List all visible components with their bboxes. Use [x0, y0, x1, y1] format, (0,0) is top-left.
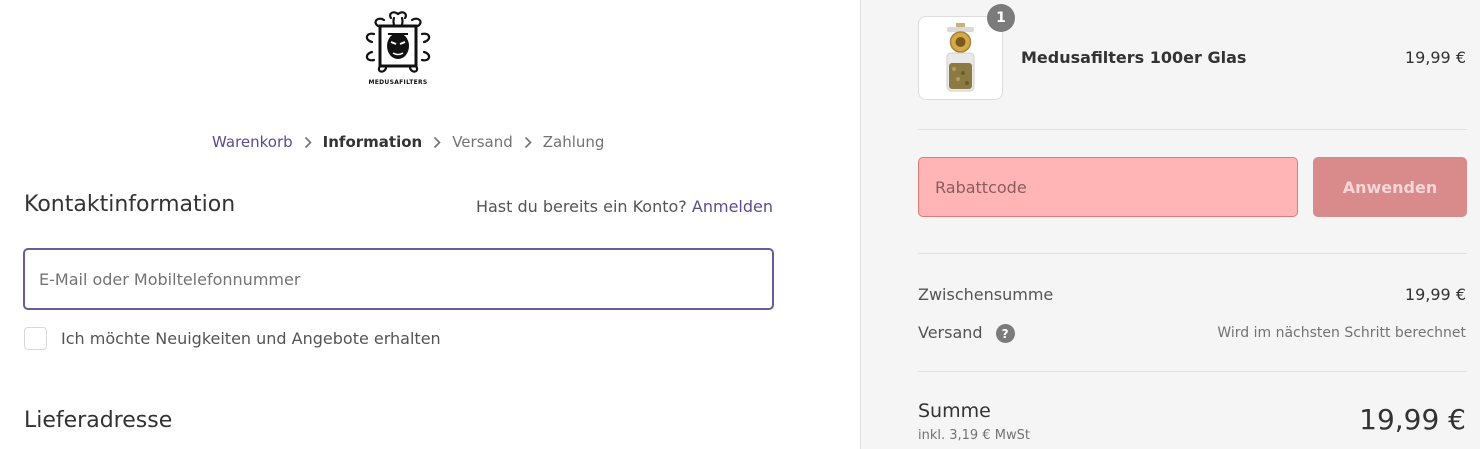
breadcrumb-cart[interactable]: Warenkorb [212, 133, 293, 151]
divider [918, 129, 1467, 130]
shipping-label: Versand [918, 323, 983, 342]
question-circle-icon[interactable]: ? [995, 324, 1015, 343]
chevron-right-icon [433, 136, 441, 149]
chevron-right-icon [524, 136, 532, 149]
product-thumbnail [918, 16, 1003, 100]
breadcrumb-shipping: Versand [452, 133, 513, 151]
total-label: Summe [918, 400, 991, 422]
checkout-main: MEDUSAFILTERS Warenkorb Information Vers… [0, 0, 860, 449]
chevron-right-icon [304, 136, 312, 149]
divider [918, 371, 1467, 372]
login-link[interactable]: Anmelden [692, 197, 773, 216]
newsletter-checkbox[interactable] [24, 327, 47, 350]
breadcrumb: Warenkorb Information Versand Zahlung [212, 131, 604, 153]
shipping-row: Versand ? [918, 323, 1015, 343]
brand-name: MEDUSAFILTERS [368, 79, 428, 86]
login-prompt-text: Hast du bereits ein Konto? [475, 197, 687, 216]
product-name: Medusafilters 100er Glas [1021, 48, 1247, 67]
medusa-logo-icon [365, 11, 431, 73]
email-field[interactable] [23, 248, 774, 310]
breadcrumb-payment: Zahlung [542, 133, 605, 151]
login-prompt: Hast du bereits ein Konto? Anmelden [476, 197, 773, 216]
total-value: 19,99 € [1359, 403, 1466, 436]
quantity-badge: 1 [987, 4, 1015, 32]
product-price: 19,99 € [1404, 48, 1466, 67]
newsletter-label: Ich möchte Neuigkeiten und Angebote erha… [61, 329, 441, 348]
order-summary: 1 Medusafilters 100er Glas 19,99 € Anwen… [860, 0, 1480, 449]
divider [918, 253, 1467, 254]
shipping-hint: Wird im nächsten Schritt berechnet [1217, 325, 1466, 341]
total-tax-note: inkl. 3,19 € MwSt [918, 428, 1030, 443]
brand-logo[interactable]: MEDUSAFILTERS [352, 8, 444, 92]
shipping-address-title: Lieferadresse [24, 408, 173, 433]
apply-discount-button[interactable]: Anwenden [1313, 157, 1467, 217]
contact-section-title: Kontaktinformation [24, 192, 236, 217]
discount-code-input[interactable] [918, 157, 1298, 217]
subtotal-label: Zwischensumme [918, 285, 1054, 304]
breadcrumb-information: Information [322, 133, 423, 151]
subtotal-value: 19,99 € [1404, 285, 1466, 304]
newsletter-option[interactable]: Ich möchte Neuigkeiten und Angebote erha… [24, 327, 441, 350]
product-jar-image [946, 23, 975, 92]
